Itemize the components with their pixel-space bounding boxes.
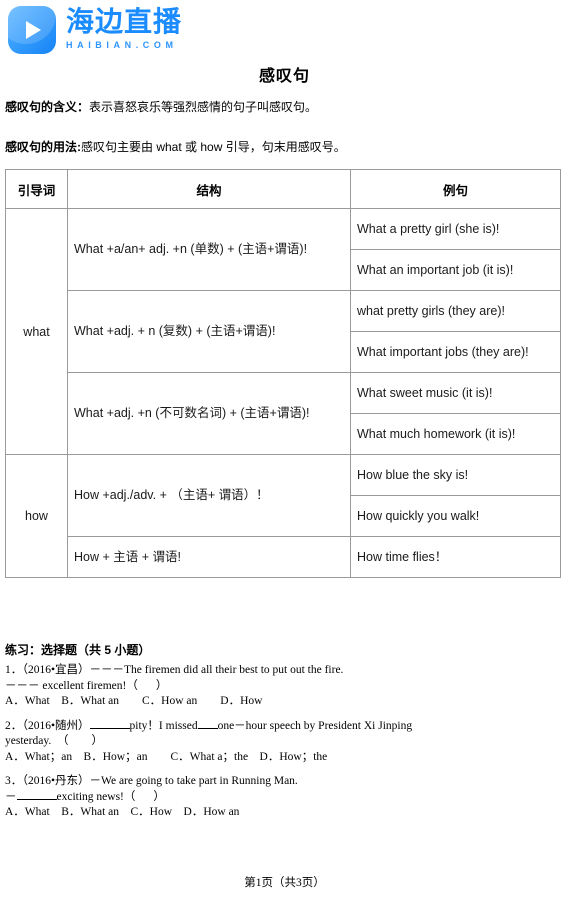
page-title: 感叹句 [258,68,310,85]
structure-cell: How + 主语 + 谓语! [67,536,351,578]
question-source: （2016•丹东） [22,775,90,787]
question-text-end: ） [153,790,165,803]
example-cell: What sweet music (it is)! [350,372,561,414]
structure-cell: How +adj./adv. + （主语+ 谓语）！ [67,454,351,537]
exercise-section: 练习：选择题（共 5 小题） 1．（2016•宜昌）－－－The firemen… [5,641,563,830]
table-row: What +adj. + n (复数) + (主语+谓语)! what pret… [6,290,561,373]
page-footer: 第1页（共3页） [244,877,325,889]
question-text-tail: one－hour speech by President Xi Jinping [217,719,413,732]
question-stem-line-2: － exciting news!（ ） [5,790,563,806]
column-header-example: 例句 [350,169,561,209]
table-row: what What +a/an+ adj. +n (单数) + (主语+谓语)!… [5,208,561,455]
guide-word-how: how [5,454,68,578]
play-triangle-icon [26,21,41,39]
question-source: （2016•随州） [22,719,90,732]
usage-paragraph: 感叹句的用法:感叹句主要由 what 或 how 引导，句末用感叹号。 [5,139,346,155]
structure-cell: What +a/an+ adj. +n (单数) + (主语+谓语)! [67,208,351,291]
example-cell: How quickly you walk! [350,495,561,537]
exercise-item: 2．（2016•随州） pity！I missed one－hour speech … [5,719,563,766]
brand-text: 海边直播 HAIBIAN.COM [66,6,182,52]
question-dash: － [5,790,17,803]
question-text: －We are going to take part in Running Ma… [89,775,298,787]
example-cell: How blue the sky is! [350,454,561,496]
question-options[interactable]: A．What B．What an C．How D．How an [5,805,563,821]
table-row: how How +adj./adv. + （主语+ 谓语）！ How blue … [5,454,561,578]
column-header-structure: 结构 [67,169,351,209]
play-button-icon [8,6,56,54]
question-number: 2． [5,719,23,732]
exercise-item: 1．（2016•宜昌）－－－The firemen did all their … [5,663,563,710]
question-number: 3． [5,775,23,787]
question-stem-line-2: －－－ excellent firemen!（ ） [5,679,563,695]
exercise-heading: 练习：选择题（共 5 小题） [5,643,151,657]
question-text-post: exciting news!（ [56,790,136,803]
exercise-item: 3．（2016•丹东）－We are going to take part in… [5,774,563,821]
example-cell: What much homework (it is)! [350,413,561,455]
table-row: How + 主语 + 谓语! How time flies！ [6,536,561,578]
guide-word-what: what [5,208,68,455]
question-stem-line-1: 1．（2016•宜昌）－－－The firemen did all their … [5,663,563,679]
definition-label: 感叹句的含义： [5,100,90,114]
question-text: －－－The firemen did all their best to put… [89,664,344,676]
table-header-row: 引导词 结构 例句 [5,169,561,209]
question-stem-line-2: yesterday. （ ） [5,735,103,747]
question-options[interactable]: A．What；an B．How；an C．What a；the D．How；th… [5,750,563,766]
question-text-post: ） [155,679,168,692]
example-cell: What important jobs (they are)! [350,331,561,373]
brand-name-cn: 海边直播 [66,6,183,37]
question-options[interactable]: A．What B．What an C．How an D．How [5,694,563,710]
example-cell: what pretty girls (they are)! [350,290,561,332]
example-cell: What an important job (it is)! [350,249,561,291]
column-header-guide: 引导词 [5,169,68,209]
structure-cell: What +adj. + n (复数) + (主语+谓语)! [67,290,351,373]
definition-text: 表示喜怒哀乐等强烈感情的句子叫感叹句。 [89,100,318,114]
answer-blank[interactable] [89,727,130,729]
exclamation-structure-table: 引导词 结构 例句 what What +a/an+ adj. +n (单数) … [5,169,561,578]
question-source: （2016•宜昌） [22,664,90,676]
question-stem-line-1: 3．（2016•丹东）－We are going to take part in… [5,774,563,790]
brand-header: 海边直播 HAIBIAN.COM [8,6,182,54]
question-stem-line-1: 2．（2016•随州） pity！I missed one－hour speech … [5,719,563,735]
question-number: 1． [5,664,23,676]
brand-name-en: HAIBIAN.COM [66,40,178,50]
answer-blank[interactable] [197,727,218,729]
table-row: What +adj. +n (不可数名词) + (主语+谓语)! What sw… [6,372,561,455]
usage-label: 感叹句的用法: [5,140,81,154]
example-cell: What a pretty girl (she is)! [350,208,561,250]
structure-cell: What +adj. +n (不可数名词) + (主语+谓语)! [67,372,351,455]
usage-text: 感叹句主要由 what 或 how 引导，句末用感叹号。 [81,140,346,154]
example-cell: How time flies！ [350,536,561,578]
definition-paragraph: 感叹句的含义：表示喜怒哀乐等强烈感情的句子叫感叹句。 [5,99,317,115]
question-text: pity！I missed [129,719,198,732]
answer-blank[interactable] [16,798,57,800]
question-text-pre: －－－ excellent firemen!（ [5,679,138,692]
